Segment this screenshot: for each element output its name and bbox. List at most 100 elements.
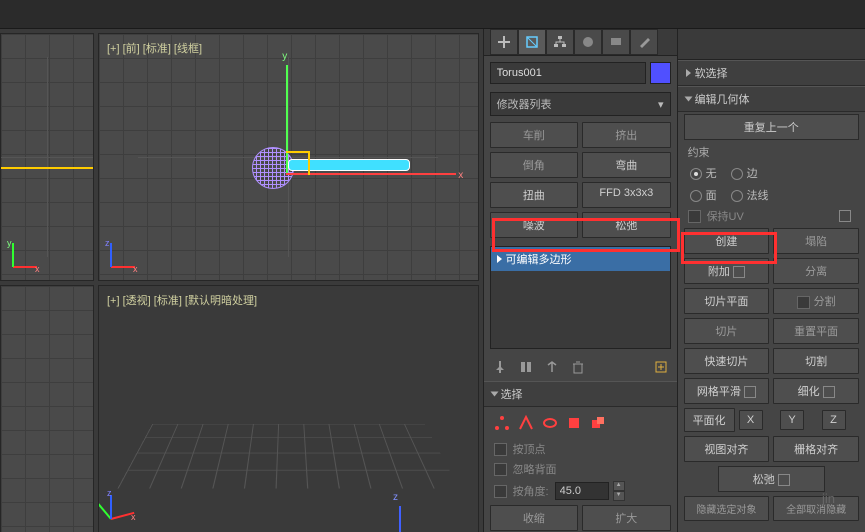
vertex-level-icon[interactable] [494,415,510,431]
msmooth-settings-icon[interactable] [744,386,756,398]
viewport-top[interactable]: x y [0,33,94,281]
mod-extrude-button[interactable]: 挤出 [582,122,671,148]
ignore-backfacing-checkbox[interactable] [494,463,507,476]
viewport-left[interactable] [0,285,94,532]
viewport-persp-label[interactable]: [+] [透视] [标准] [默认明暗处理] [107,292,257,308]
attach-button[interactable]: 附加 [684,258,770,284]
planarize-z-button[interactable]: Z [822,410,846,430]
planarize-button[interactable]: 平面化 [684,408,735,432]
axis-gizmo-persp: x y z [107,484,147,524]
preserve-uv-settings-icon[interactable] [839,210,851,222]
preserve-uv-label: 保持UV [707,208,744,224]
grow-selection-button[interactable]: 扩大 [582,505,671,531]
top-toolbar [0,0,865,29]
constraint-label: 约束 [678,142,865,162]
show-end-result-icon[interactable] [518,359,534,375]
soft-selection-rollout[interactable]: 软选择 [678,60,865,86]
edge-level-icon[interactable] [518,415,534,431]
make-unique-icon[interactable] [544,359,560,375]
relax-button[interactable]: 松弛 [718,466,825,492]
hide-selected-button[interactable]: 隐藏选定对象 [684,496,770,521]
mod-ffd-button[interactable]: FFD 3x3x3 [582,182,671,208]
object-name-input[interactable] [490,62,646,84]
grid-align-button[interactable]: 栅格对齐 [773,436,859,462]
chevron-down-icon: ▾ [658,98,664,111]
axis-gizmo-top: x y [9,232,49,272]
tab-hierarchy[interactable] [546,29,574,55]
relax-settings-icon[interactable] [778,474,790,486]
pin-stack-icon[interactable] [492,359,508,375]
rollout-arrow-icon [686,69,691,77]
rollout-arrow-icon [684,97,692,102]
constraint-edge-radio[interactable]: 边 [731,165,758,181]
planarize-x-button[interactable]: X [739,410,763,430]
stack-toolbar [484,353,677,381]
move-gizmo-front[interactable]: xy [286,65,288,175]
rollout-arrow-icon [490,392,498,397]
modifier-stack[interactable]: 可编辑多边形 [490,246,671,349]
tab-display[interactable] [602,29,630,55]
preserve-uv-checkbox[interactable] [688,210,701,223]
by-vertex-checkbox[interactable] [494,443,507,456]
angle-down-button[interactable]: ▼ [613,491,625,501]
element-level-icon[interactable] [590,415,606,431]
mod-lathe-button[interactable]: 车削 [490,122,579,148]
edit-geometry-label: 编辑几何体 [695,91,750,107]
collapse-button[interactable]: 塌陷 [773,228,859,254]
axis-gizmo-front: x z [107,232,147,272]
msmooth-button[interactable]: 网格平滑 [684,378,770,404]
border-level-icon[interactable] [542,415,558,431]
mod-bend-button[interactable]: 弯曲 [582,152,671,178]
object-color-swatch[interactable] [650,62,671,84]
viewport-container: x y [+] [前] [标准] [线框] xy [0,29,483,532]
by-angle-checkbox[interactable] [494,485,507,498]
cut-button[interactable]: 切割 [773,348,859,374]
repeat-last-button[interactable]: 重复上一个 [684,114,859,140]
viewport-front[interactable]: [+] [前] [标准] [线框] xy x z [98,33,479,281]
angle-up-button[interactable]: ▲ [613,481,625,491]
slice-button[interactable]: 切片 [684,318,770,344]
tab-create[interactable] [490,29,518,55]
mod-relax-button[interactable]: 松弛 [582,212,671,238]
mod-noise-button[interactable]: 噪波 [490,212,579,238]
unhide-all-button[interactable]: 全部取消隐藏 [773,496,859,521]
modifier-list-dropdown[interactable]: 修改器列表 ▾ [490,92,671,116]
tessellate-settings-icon[interactable] [823,386,835,398]
selection-rollout-label: 选择 [501,386,523,402]
polygon-level-icon[interactable] [566,415,582,431]
edit-geometry-rollout[interactable]: 编辑几何体 [678,86,865,112]
stack-editable-poly[interactable]: 可编辑多边形 [491,247,670,271]
shrink-selection-button[interactable]: 收缩 [490,505,579,531]
slice-plane-button[interactable]: 切片平面 [684,288,770,314]
view-align-button[interactable]: 视图对齐 [684,436,770,462]
detach-button[interactable]: 分离 [773,258,859,284]
tab-motion[interactable] [574,29,602,55]
modify-panel: 修改器列表 ▾ 车削 挤出 倒角 弯曲 扭曲 FFD 3x3x3 噪波 松弛 可… [483,29,677,532]
viewport-front-label[interactable]: [+] [前] [标准] [线框] [107,40,202,56]
expand-triangle-icon[interactable] [497,255,502,263]
constraint-none-radio[interactable]: 无 [690,165,717,181]
command-panel-tabs [484,29,677,56]
angle-spinner-input[interactable] [555,482,609,500]
mod-twist-button[interactable]: 扭曲 [490,182,579,208]
reset-plane-button[interactable]: 重置平面 [773,318,859,344]
selection-rollout-header[interactable]: 选择 [484,381,677,407]
subobject-level-row [484,407,677,439]
create-button[interactable]: 创建 [684,228,770,254]
constraint-face-radio[interactable]: 面 [690,187,717,203]
viewport-perspective[interactable]: [+] [透视] [标准] [默认明暗处理] z y x [98,285,479,532]
remove-modifier-icon[interactable] [570,359,586,375]
attach-settings-icon[interactable] [733,266,745,278]
modifier-list-label: 修改器列表 [497,96,552,112]
mod-bevel-button[interactable]: 倒角 [490,152,579,178]
ignore-backfacing-label: 忽略背面 [513,461,557,477]
tab-utilities[interactable] [630,29,658,55]
split-button[interactable]: 分割 [773,288,859,314]
quickslice-button[interactable]: 快速切片 [684,348,770,374]
configure-sets-icon[interactable] [653,359,669,375]
tessellate-button[interactable]: 细化 [773,378,859,404]
main-area: x y [+] [前] [标准] [线框] xy [0,29,865,532]
constraint-normal-radio[interactable]: 法线 [731,187,769,203]
planarize-y-button[interactable]: Y [780,410,804,430]
tab-modify[interactable] [518,29,546,55]
